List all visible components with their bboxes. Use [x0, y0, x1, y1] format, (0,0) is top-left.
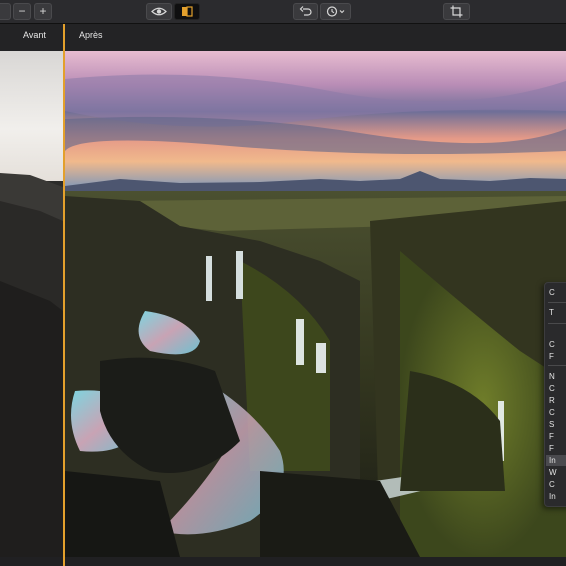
context-menu-item[interactable]: N	[549, 371, 566, 382]
top-toolbar: − +	[0, 0, 566, 24]
zoom-out-button[interactable]: −	[13, 3, 31, 20]
menu-separator	[548, 323, 566, 324]
context-menu-item[interactable]: F	[549, 351, 566, 362]
menu-separator	[548, 365, 566, 366]
context-menu-item[interactable]: C	[549, 339, 566, 350]
context-menu: C T C F N C R C S F F In W C In	[544, 282, 566, 507]
menu-separator	[548, 302, 566, 303]
context-menu-item[interactable]: W	[549, 467, 566, 478]
landscape-photo	[0, 51, 566, 557]
compare-divider-handle[interactable]	[63, 24, 65, 566]
context-menu-item[interactable]: F	[549, 431, 566, 442]
compare-split-icon	[182, 6, 193, 17]
context-menu-item[interactable]: C	[549, 383, 566, 394]
compare-label-bar: Avant Après	[0, 24, 566, 51]
zoom-in-button[interactable]: +	[34, 3, 52, 20]
app-window: − + Avant Après C T C F N C R C S F F In…	[0, 0, 566, 566]
context-menu-item[interactable]: C	[549, 287, 566, 298]
history-clock-icon	[326, 6, 344, 17]
context-menu-item[interactable]: S	[549, 419, 566, 430]
context-menu-item[interactable]: C	[549, 479, 566, 490]
context-menu-item[interactable]: F	[549, 443, 566, 454]
crop-icon	[450, 5, 462, 18]
bottom-strip	[0, 557, 566, 566]
preview-toggle-button[interactable]	[146, 3, 172, 20]
context-menu-item[interactable]: In	[549, 491, 566, 502]
context-menu-item-highlighted[interactable]: In	[546, 455, 566, 466]
compare-view-button[interactable]	[174, 3, 200, 20]
before-label: Avant	[23, 30, 46, 40]
left-panel-button[interactable]	[0, 3, 11, 20]
undo-button[interactable]	[293, 3, 318, 20]
photo-canvas[interactable]: C T C F N C R C S F F In W C In	[0, 51, 566, 557]
context-menu-item[interactable]: T	[549, 307, 566, 318]
history-button[interactable]	[320, 3, 351, 20]
context-menu-item[interactable]: R	[549, 395, 566, 406]
context-menu-item[interactable]: C	[549, 407, 566, 418]
undo-icon	[299, 6, 312, 16]
eye-icon	[151, 7, 167, 16]
after-label: Après	[79, 30, 103, 40]
crop-button[interactable]	[443, 3, 470, 20]
